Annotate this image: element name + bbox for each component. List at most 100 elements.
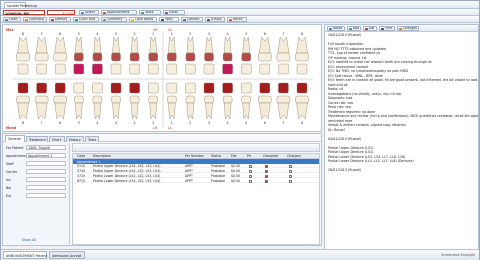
teeth-diagram[interactable] [3,25,322,132]
contact-button[interactable]: Contact [181,17,203,22]
appointments-button[interactable]: Appointments [101,10,137,15]
detail-field[interactable]: 1000, Stupidi [26,145,66,150]
print-note-button[interactable]: Print [379,26,395,31]
show-all-link[interactable]: Show All [22,238,36,242]
patient-field[interactable]: 1000000, Bill [3,10,45,16]
pri-checkbox[interactable] [249,169,252,173]
complete-checkbox[interactable] [265,179,268,183]
lower-tooth-root [168,102,176,120]
chart-hist-button[interactable]: Chart Hist [73,17,99,22]
table-row[interactable]: 5720 Partial Lower Denture (LS1, LS2, LS3… [73,174,319,179]
upper-tooth-crown [204,52,214,62]
lower-tooth-occlusal [17,82,29,94]
detail-field[interactable]: Appointment 1 [26,153,66,158]
upper-tooth-occlusal [222,63,233,75]
defects-button[interactable]: Defects [49,17,71,22]
note-line: Diagnosis: nad [328,96,353,100]
xrays-label: X-Rays [211,17,222,21]
detail-field[interactable] [26,185,66,190]
lower-tooth-occlusal [129,82,140,94]
upper-tooth-occlusal [166,63,178,75]
document-tab[interactable]: Update Perdentup [4,2,37,8]
detail-label: Carrier [6,170,18,174]
xray-icon [207,18,210,21]
pri-checkbox[interactable] [249,179,252,183]
upper-tooth-occlusal [203,63,215,75]
status-tab-admission-label: Admission Accept [52,254,82,258]
complete-checkbox[interactable] [265,174,268,178]
case-notes-button[interactable]: Case Notes [129,17,157,22]
tab-history[interactable]: History [66,136,84,142]
lower-tooth-crown [92,95,103,104]
summary-icon [103,18,106,21]
note-line: E/O: No TMD, no lymphadenopathy no pain … [328,69,409,73]
calendar-icon [103,11,106,14]
select-button[interactable]: Select [79,10,99,15]
dental-chart[interactable]: Max Mand UR UL LR LL 8765432112345678 87… [2,24,322,132]
tab-treatment-label: Treatment [29,137,46,142]
treatment-details: For Patient 1000, Stupidi Appointment Appoi… [4,143,70,245]
cell-fee: $0.00 [231,169,241,173]
detail-value: 1000, Stupidi [28,146,50,151]
lower-tooth-root [112,102,120,120]
upper-tooth-occlusal [17,63,29,75]
notes-button[interactable]: Notes [327,26,345,31]
notes-text[interactable]: 29/01/2013 (Russel) Full mouth inspection… [325,33,478,255]
add-icon [349,27,352,30]
balance-field[interactable]: $ 0.00 [47,10,75,16]
tools-label: Tools [165,17,173,21]
tasks-button[interactable]: Tasks [139,10,161,15]
upper-tooth-crown [222,52,233,62]
cell-status: Probable [211,174,225,178]
table-row[interactable]: 5110 Partial Upper Denture (LS1, LS2, LS3… [73,164,319,169]
detail-label: Ins [6,178,11,182]
tab-treatment[interactable]: Treatment [26,136,48,142]
treatment-grid[interactable]: Code Description Per Number Status Fee P… [72,153,320,245]
upper-tooth-root [168,36,176,54]
recall-button[interactable]: Recall [227,17,247,22]
lower-tooth-occlusal [110,82,122,94]
cell-description: Partial Upper Denture (LS1, LS2, LS3, LS… [93,164,161,168]
cell-fee: $0.00 [231,164,241,168]
changes-button[interactable]: Changes [397,26,419,31]
chart-button[interactable]: Chart [3,17,21,22]
charged-checkbox[interactable] [289,179,292,183]
status-right-text: Screenshot Example [441,253,475,257]
checkout-button[interactable]: Checkout [23,17,47,22]
xrays-button[interactable]: X-Rays [205,17,225,22]
pri-checkbox[interactable] [249,164,252,168]
note-line: E/O: assessment normal [328,64,369,69]
charged-checkbox[interactable] [289,174,292,178]
changes-label: Changes [403,26,417,30]
charged-checkbox[interactable] [289,164,292,168]
table-row[interactable]: 6712 Partial Lower Denture (LS1, LS2, LS3… [73,179,319,184]
complete-checkbox[interactable] [265,169,268,173]
detail-field[interactable] [26,161,66,166]
lower-tooth-root [17,102,29,120]
email-button[interactable]: Email [163,10,185,15]
tab-chart[interactable]: Chart [49,136,65,142]
tab-general[interactable]: General [5,135,25,142]
add-note-button[interactable]: Add [347,26,361,31]
pri-checkbox[interactable] [249,174,252,178]
summary-button[interactable]: Summary [101,17,127,22]
detail-field[interactable] [26,169,66,174]
detail-field[interactable] [26,177,66,182]
status-tab-patient[interactable]: ANNOUNCEMENT Patient [3,251,47,259]
charged-checkbox[interactable] [289,169,292,173]
tools-button[interactable]: Tools [159,17,179,22]
cell-fee: $0.00 [231,179,241,183]
upper-tooth-crown [111,52,121,62]
recall-label: Recall [233,17,243,21]
detail-field[interactable] [26,193,66,198]
complete-checkbox[interactable] [265,164,268,168]
lower-tooth-crown [204,95,214,104]
status-tab-admission[interactable]: Admission Accept [49,251,85,259]
note-line: MH NO TTTS obtained and updated [328,46,387,51]
checkout-label: Checkout [29,17,44,21]
table-row[interactable]: 5740 Partial Upper Denture (LS1, LS2, LS3… [73,169,319,174]
lower-tooth-crown [295,95,309,104]
upper-tooth-root [186,36,195,54]
delete-note-button[interactable]: Del [363,26,377,31]
tab-tests[interactable]: Tests [85,136,99,142]
